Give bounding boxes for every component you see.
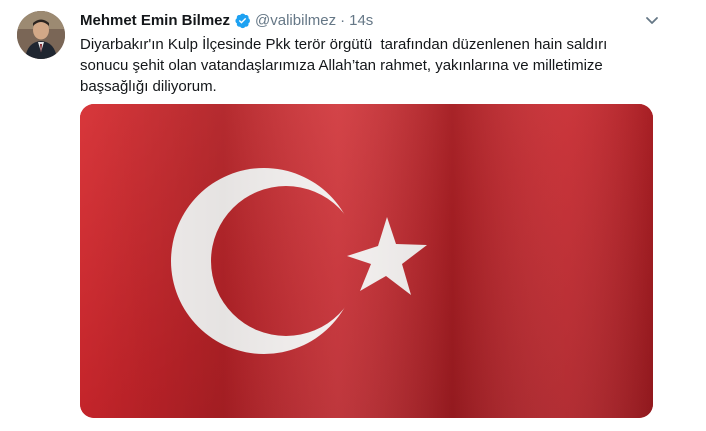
separator-dot: · <box>340 11 346 29</box>
tweet: Mehmet Emin Bilmez @valibilmez · 14s Diy… <box>0 0 706 431</box>
chevron-down-icon[interactable] <box>644 12 660 28</box>
tweet-header: Mehmet Emin Bilmez @valibilmez · 14s <box>80 10 373 30</box>
tweet-text: Diyarbakır'ın Kulp İlçesinde Pkk terör ö… <box>80 36 608 95</box>
verified-badge-icon <box>234 12 251 29</box>
avatar-image <box>17 11 65 59</box>
tweet-media[interactable] <box>80 104 653 418</box>
turkish-flag-image <box>80 104 653 418</box>
avatar[interactable] <box>17 11 65 59</box>
author-handle[interactable]: @valibilmez <box>255 12 336 29</box>
author-name[interactable]: Mehmet Emin Bilmez <box>80 12 230 29</box>
timestamp[interactable]: 14s <box>349 12 373 29</box>
